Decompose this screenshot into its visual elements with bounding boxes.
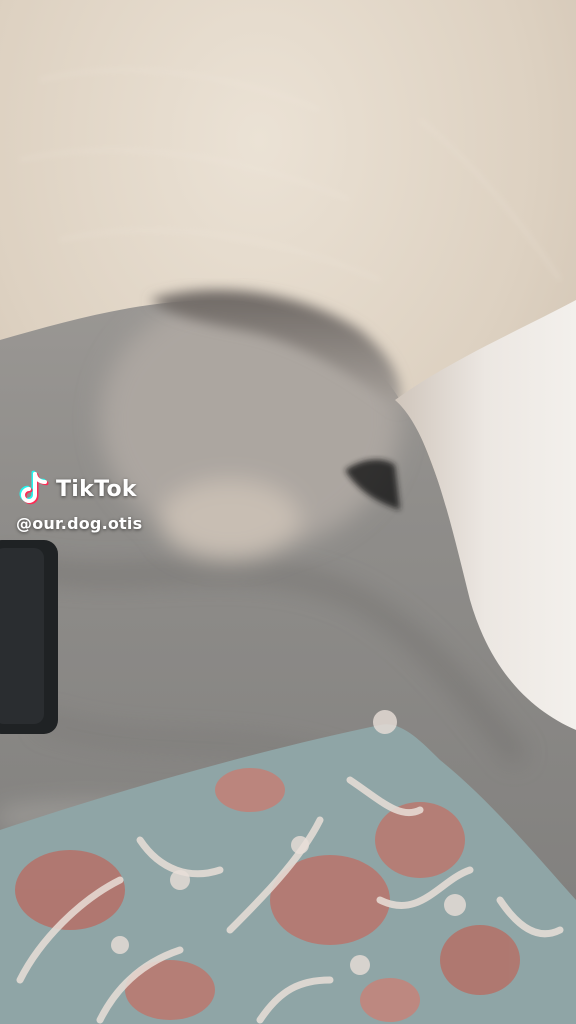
tiktok-note-icon [19,470,49,505]
tiktok-brand-label: TikTok [56,476,137,502]
video-frame: TikTok @our.dog.otis [0,0,576,1024]
tiktok-watermark: TikTok @our.dog.otis [16,470,142,533]
tiktok-brand-row: TikTok [16,470,142,508]
creator-handle: @our.dog.otis [16,514,143,533]
